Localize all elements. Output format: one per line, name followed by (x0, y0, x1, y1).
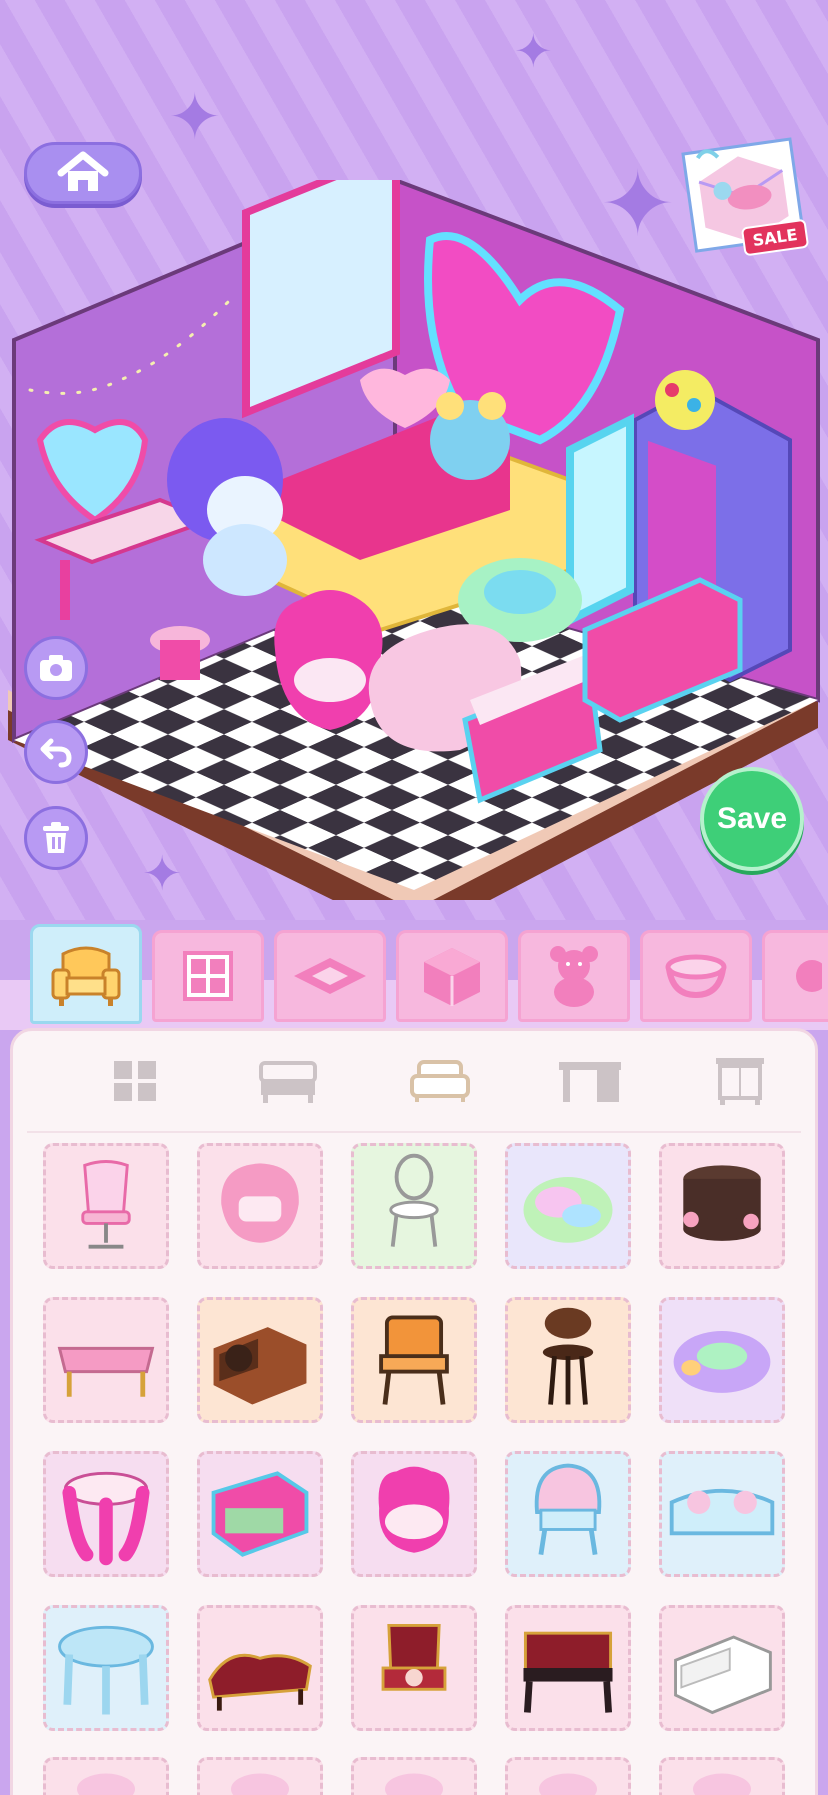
room-canvas (8, 180, 820, 900)
item-rainbow-beanbag[interactable] (505, 1143, 631, 1269)
sparkle-icon: ✦ (514, 24, 553, 78)
item-ice-table[interactable] (43, 1605, 169, 1731)
rainbow-beanbag-icon (523, 1176, 613, 1243)
window-icon (183, 951, 233, 1001)
wardrobe-icon (716, 1058, 764, 1105)
tab-decor[interactable] (640, 930, 752, 1022)
item-storage-bench[interactable] (197, 1451, 323, 1577)
item-rainbow-ring-cushion[interactable] (659, 1297, 785, 1423)
pink-gaming-chair-icon (81, 1160, 131, 1249)
hand-chair-icon (378, 1466, 450, 1553)
sofa-icon (410, 1060, 470, 1102)
red-chaise-icon (208, 1653, 312, 1711)
camera-icon (40, 655, 72, 681)
item-partial-item-3[interactable] (351, 1757, 477, 1795)
disco-light (655, 370, 715, 430)
white-bistro-chair-icon (389, 1153, 439, 1247)
tab-walls[interactable] (396, 930, 508, 1022)
item-brown-leather-sofa[interactable] (197, 1297, 323, 1423)
grid-all-icon (114, 1061, 156, 1101)
item-shell-chair[interactable] (505, 1451, 631, 1577)
tab-toys[interactable] (518, 930, 630, 1022)
bar-stool-icon (542, 1307, 594, 1405)
tab-floors[interactable] (274, 930, 386, 1022)
ice-table-icon (58, 1625, 154, 1715)
item-wooden-armchair[interactable] (351, 1297, 477, 1423)
item-partial-item-4[interactable] (505, 1757, 631, 1795)
bowl-icon (665, 954, 727, 999)
item-rose-ottoman[interactable] (659, 1143, 785, 1269)
tab-furniture[interactable] (30, 924, 142, 1024)
partial-tab-icon (796, 960, 822, 992)
partial-item-5-icon (692, 1773, 752, 1795)
desk-icon (559, 1062, 621, 1102)
item-pink-stool[interactable] (43, 1451, 169, 1577)
item-pink-egg-chair[interactable] (197, 1143, 323, 1269)
item-pink-gaming-chair[interactable] (43, 1143, 169, 1269)
pink-stool-icon (62, 1471, 150, 1566)
sub-category-bar (13, 1031, 821, 1131)
subtab-all[interactable] (101, 1053, 171, 1109)
item-red-throne-chair[interactable] (351, 1605, 477, 1731)
partial-item-3-icon (384, 1773, 444, 1795)
tab-more[interactable] (762, 930, 828, 1022)
wooden-armchair-icon (379, 1315, 449, 1405)
partial-item-1-icon (76, 1773, 136, 1795)
subtab-seating[interactable] (405, 1053, 475, 1109)
rainbow-ring-cushion-icon (673, 1330, 771, 1393)
white-sofa-icon (674, 1635, 772, 1715)
pink-tufted-bench-icon (57, 1346, 155, 1397)
brown-leather-sofa-icon (213, 1327, 307, 1405)
subtab-tables[interactable] (555, 1053, 625, 1109)
undo-button[interactable] (24, 720, 88, 784)
vanity-legs (60, 560, 70, 620)
item-shell-sofa[interactable] (659, 1451, 785, 1577)
red-ottoman-table-icon (523, 1631, 613, 1713)
tab-windows[interactable] (152, 930, 264, 1022)
shell-sofa-icon (669, 1488, 775, 1536)
item-white-sofa[interactable] (659, 1605, 785, 1731)
divider (27, 1131, 801, 1133)
teddy-bear-icon (550, 946, 598, 1007)
item-white-bistro-chair[interactable] (351, 1143, 477, 1269)
item-red-ottoman-table[interactable] (505, 1605, 631, 1731)
room-scene: ✦ ✦ ✦ ✦ SALE Save (0, 0, 828, 980)
pink-egg-chair-icon (221, 1163, 299, 1243)
rose-ottoman-icon (683, 1165, 761, 1241)
delete-button[interactable] (24, 806, 88, 870)
item-partial-item-2[interactable] (197, 1757, 323, 1795)
item-panel (10, 1028, 818, 1795)
subtab-beds[interactable] (253, 1053, 323, 1109)
undo-icon (40, 738, 72, 768)
subtab-storage[interactable] (705, 1053, 775, 1109)
item-pink-tufted-bench[interactable] (43, 1297, 169, 1423)
trash-icon (43, 822, 69, 853)
camera-button[interactable] (24, 636, 88, 700)
item-partial-item-5[interactable] (659, 1757, 785, 1795)
shell-chair-icon (534, 1463, 602, 1556)
rug-icon (294, 958, 366, 994)
armchair-icon (51, 946, 121, 1006)
category-tab-bar (0, 920, 828, 1030)
partial-item-2-icon (230, 1773, 290, 1795)
partial-item-4-icon (538, 1773, 598, 1795)
sparkle-icon: ✦ (168, 81, 222, 155)
item-bar-stool[interactable] (505, 1297, 631, 1423)
storage-bench-icon (211, 1471, 309, 1557)
item-partial-item-1[interactable] (43, 1757, 169, 1795)
item-red-chaise[interactable] (197, 1605, 323, 1731)
item-hand-chair[interactable] (351, 1451, 477, 1577)
bed-icon (259, 1061, 317, 1103)
wall-cube-icon (424, 948, 480, 1006)
save-button[interactable]: Save (700, 767, 804, 871)
red-throne-chair-icon (381, 1623, 447, 1691)
